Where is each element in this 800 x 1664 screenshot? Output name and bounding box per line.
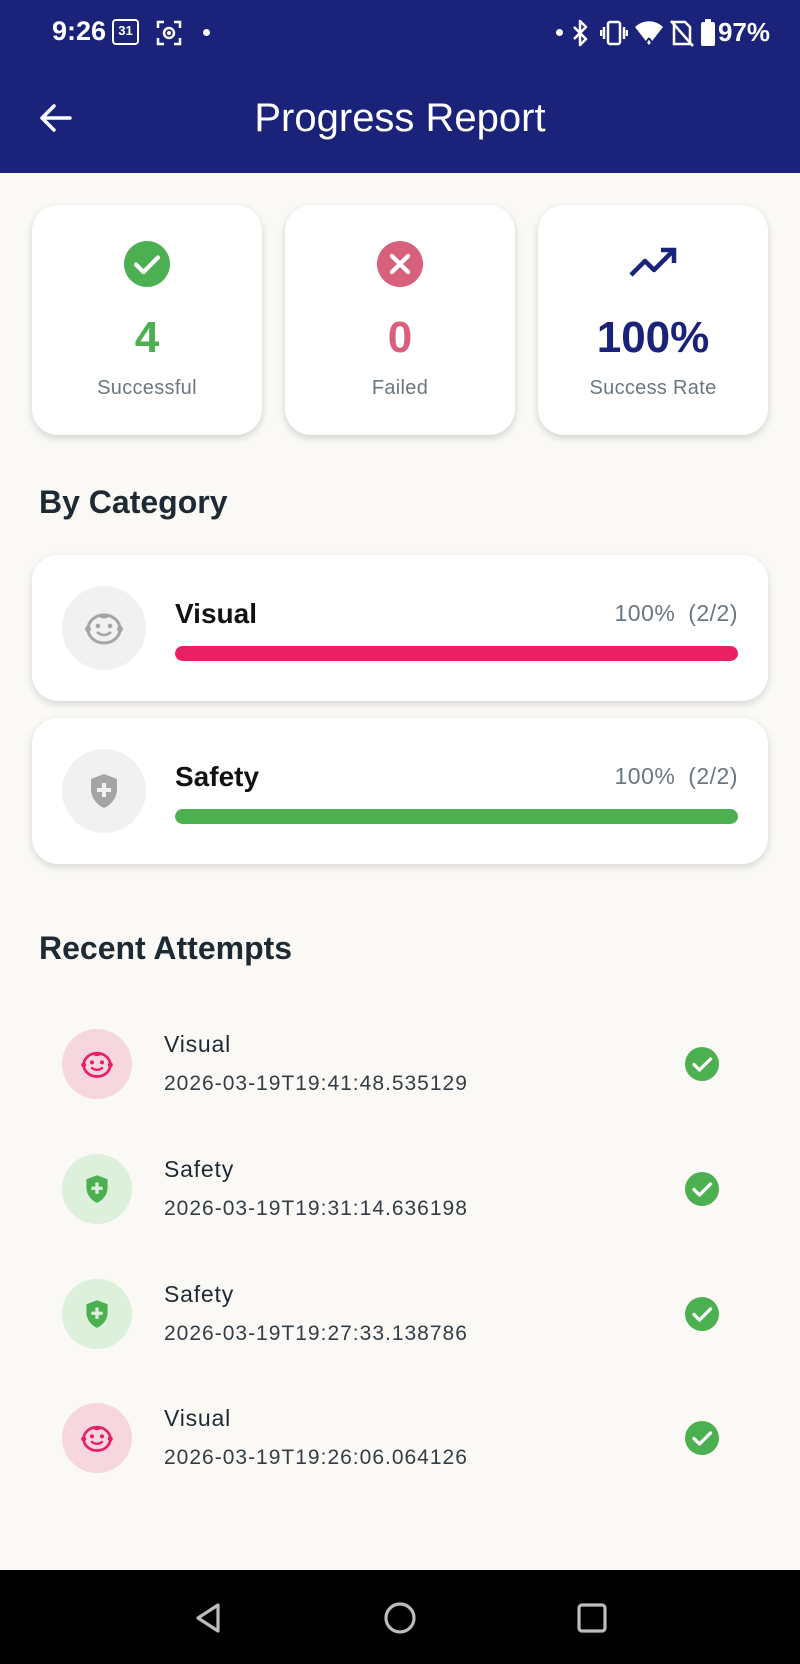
system-nav-bar [0,1570,800,1664]
recents-square-icon[interactable] [574,1600,610,1636]
check-circle-icon [685,1421,719,1455]
battery-icon [701,19,715,46]
category-avatar [62,749,146,833]
category-name: Safety [175,761,260,792]
vibrate-icon [600,20,628,46]
no-sim-icon [670,20,694,47]
wifi-icon [635,21,663,45]
trending-up-icon [629,247,677,277]
baby-face-icon [81,1051,113,1078]
attempt-category: Visual [164,1031,232,1057]
attempt-avatar [62,1279,132,1349]
category-percent-value: 100% [614,763,676,789]
attempt-timestamp: 2026-03-19T19:26:06.064126 [164,1446,468,1469]
category-percent: 100% (2/2) [614,600,738,627]
back-triangle-icon[interactable] [190,1600,226,1636]
category-card-safety[interactable]: Safety 100% (2/2) [32,718,768,864]
check-circle-icon [685,1297,719,1331]
attempt-row[interactable]: Safety 2026-03-19T19:31:14.636198 [0,1154,800,1244]
category-fraction: (2/2) [688,763,738,789]
notification-dot-icon [556,29,563,36]
screenshot-icon [156,20,182,46]
stat-card-failed: 0 Failed [285,205,515,435]
success-rate-value: 100% [596,313,710,362]
attempt-timestamp: 2026-03-19T19:41:48.535129 [164,1072,468,1095]
status-time: 9:26 [52,16,107,46]
successful-count: 4 [134,313,160,362]
check-circle-icon [685,1172,719,1206]
attempt-avatar [62,1154,132,1224]
recent-attempts-title: Recent Attempts [39,930,293,966]
attempt-row[interactable]: Safety 2026-03-19T19:27:33.138786 [0,1279,800,1369]
failed-label: Failed [371,377,429,399]
cancel-circle-icon [377,241,423,287]
check-circle-icon [124,241,170,287]
category-progress-bar [175,809,738,824]
attempt-avatar [62,1403,132,1473]
attempt-row[interactable]: Visual 2026-03-19T19:41:48.535129 [0,1029,800,1119]
category-progress-fill [175,809,738,824]
category-name: Visual [175,598,257,629]
baby-face-icon [81,1425,113,1452]
category-card-visual[interactable]: Visual 100% (2/2) [32,555,768,701]
category-fraction: (2/2) [688,600,738,626]
baby-face-icon [85,613,123,645]
calendar-icon: 31 [112,19,139,45]
category-avatar [62,586,146,670]
page-title: Progress Report [254,96,546,140]
attempt-category: Safety [164,1156,235,1182]
shield-plus-icon [86,1300,108,1328]
check-circle-icon [685,1047,719,1081]
category-progress-fill [175,646,738,661]
attempt-category: Safety [164,1281,235,1307]
attempt-timestamp: 2026-03-19T19:27:33.138786 [164,1322,468,1345]
category-percent: 100% (2/2) [614,763,738,790]
home-circle-icon[interactable] [382,1600,418,1636]
category-progress-bar [175,646,738,661]
failed-count: 0 [387,313,413,362]
app-bar: Progress Report [0,66,800,173]
by-category-title: By Category [39,484,228,520]
attempt-category: Visual [164,1405,232,1431]
stat-card-success-rate: 100% Success Rate [538,205,768,435]
notification-dot-icon [203,29,210,36]
battery-percent: 97% [717,17,770,47]
bluetooth-icon [573,19,588,47]
attempt-timestamp: 2026-03-19T19:31:14.636198 [164,1197,468,1220]
successful-label: Successful [97,377,197,399]
attempt-row[interactable]: Visual 2026-03-19T19:26:06.064126 [0,1403,800,1493]
shield-plus-icon [86,1175,108,1203]
shield-plus-icon [91,774,117,808]
attempt-avatar [62,1029,132,1099]
success-rate-label: Success Rate [589,377,717,399]
status-bar: 9:26 31 97% [0,0,800,66]
category-percent-value: 100% [614,600,676,626]
stat-card-successful: 4 Successful [32,205,262,435]
